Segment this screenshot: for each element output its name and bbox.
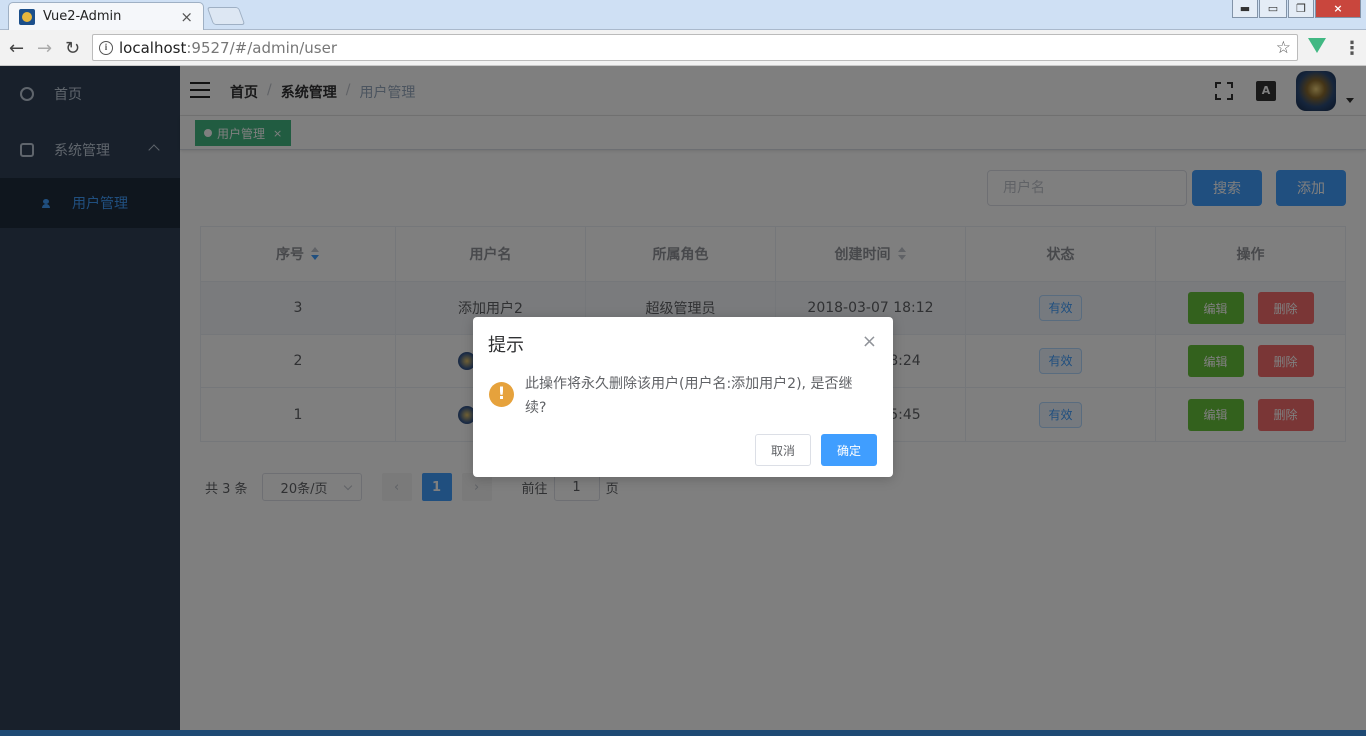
forward-icon[interactable]: →: [37, 38, 52, 59]
vue-devtools-icon[interactable]: [1308, 38, 1326, 53]
vue-favicon-icon: [19, 8, 35, 25]
maximize-icon[interactable]: ❐: [1288, 0, 1314, 18]
restore-icon[interactable]: ▭: [1259, 0, 1287, 18]
window-close-icon[interactable]: ×: [1315, 0, 1361, 18]
cancel-button[interactable]: 取消: [755, 434, 811, 466]
confirm-button[interactable]: 确定: [821, 434, 877, 466]
close-icon[interactable]: ×: [180, 8, 193, 26]
new-tab-button[interactable]: [206, 7, 246, 25]
browser-menu-icon[interactable]: ⋮: [1343, 38, 1361, 59]
back-icon[interactable]: ←: [9, 38, 24, 59]
browser-tabbar: Vue2-Admin × ▬ ▭ ❐ ×: [0, 0, 1366, 30]
tab-title: Vue2-Admin: [43, 9, 122, 24]
info-icon[interactable]: i: [99, 40, 113, 55]
warning-icon: !: [489, 382, 514, 407]
bookmark-star-icon[interactable]: ☆: [1276, 38, 1291, 58]
close-icon[interactable]: ×: [862, 331, 877, 352]
url-input[interactable]: i localhost :9527/#/admin/user ☆: [92, 34, 1298, 61]
os-taskbar: [0, 730, 1366, 736]
url-host: localhost: [119, 38, 187, 57]
dialog-message: 此操作将永久删除该用户(用户名:添加用户2), 是否继续?: [525, 376, 853, 416]
reload-icon[interactable]: ↻: [65, 38, 80, 59]
address-bar: ← → ↻ i localhost :9527/#/admin/user ☆ ⋮: [0, 30, 1366, 66]
confirm-dialog: 提示 × ! 此操作将永久删除该用户(用户名:添加用户2), 是否继续? 取消 …: [473, 317, 893, 477]
minimize-icon[interactable]: ▬: [1232, 0, 1258, 18]
dialog-title: 提示: [488, 335, 524, 356]
url-path: :9527/#/admin/user: [186, 38, 338, 57]
browser-tab[interactable]: Vue2-Admin ×: [8, 2, 204, 30]
